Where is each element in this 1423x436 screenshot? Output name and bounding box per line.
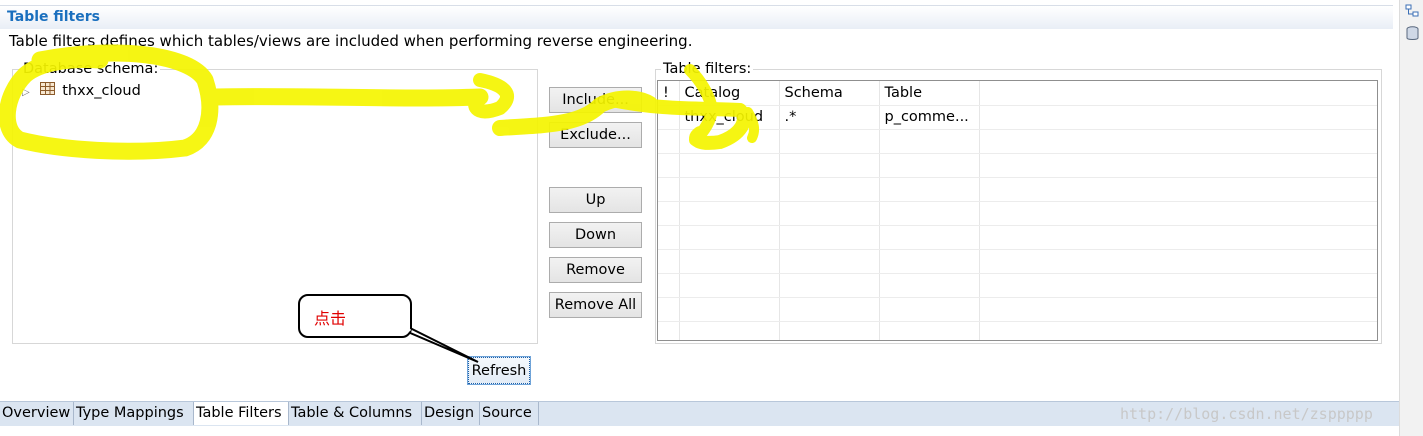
database-icon[interactable] (1406, 26, 1419, 46)
column-header-schema[interactable]: Schema (779, 81, 880, 106)
empty-row (658, 225, 1377, 250)
database-schema-panel (12, 69, 538, 344)
cell-catalog[interactable]: thxx_cloud (679, 105, 780, 130)
column-header-flag[interactable]: ! (658, 81, 680, 106)
include-button[interactable]: Include... (549, 87, 642, 113)
tab-table-columns[interactable]: Table & Columns (289, 402, 422, 425)
empty-row (658, 177, 1377, 202)
exclude-button[interactable]: Exclude... (549, 122, 642, 148)
empty-row (658, 129, 1377, 154)
tab-table-filters[interactable]: Table Filters (194, 402, 289, 425)
outline-icon[interactable] (1405, 4, 1419, 22)
column-header-catalog[interactable]: Catalog (679, 81, 780, 106)
watermark: http://blog.csdn.net/zsppppp (1120, 405, 1373, 423)
empty-row (658, 201, 1377, 226)
cell-table[interactable]: p_comme... (879, 105, 980, 130)
tab-type-mappings[interactable]: Type Mappings (74, 402, 194, 425)
empty-row (658, 321, 1377, 340)
table-filters-grid[interactable]: ! Catalog Schema Table thxx_cloud .* p_c… (657, 80, 1378, 341)
down-button[interactable]: Down (549, 222, 642, 248)
tab-source[interactable]: Source (480, 402, 539, 425)
expand-arrow-icon[interactable]: ▷ (22, 87, 32, 98)
empty-row (658, 153, 1377, 178)
cell-flag[interactable] (658, 105, 680, 130)
section-title: Table filters (7, 9, 100, 25)
schema-tree-item[interactable]: ▷ thxx_cloud (22, 82, 141, 102)
empty-row (658, 297, 1377, 322)
section-header-bar (0, 5, 1393, 29)
side-toolbar (1399, 0, 1423, 436)
section-description: Table filters defines which tables/views… (9, 32, 693, 50)
tab-overview[interactable]: Overview (0, 402, 74, 425)
database-schema-label: Database schema: (21, 61, 161, 77)
empty-row (658, 273, 1377, 298)
column-header-filler (979, 81, 1377, 106)
empty-row (658, 249, 1377, 274)
schema-tree-item-label: thxx_cloud (62, 82, 141, 99)
database-table-icon (39, 82, 55, 99)
remove-all-button[interactable]: Remove All (549, 292, 642, 318)
remove-button[interactable]: Remove (549, 257, 642, 283)
table-filters-label: Table filters: (661, 61, 754, 77)
tab-design[interactable]: Design (422, 402, 480, 425)
callout-text: 点击 (314, 309, 347, 328)
refresh-button[interactable]: Refresh (467, 356, 531, 385)
grid-header-row: ! Catalog Schema Table (658, 81, 1377, 106)
column-header-table[interactable]: Table (879, 81, 980, 106)
up-button[interactable]: Up (549, 187, 642, 213)
table-row[interactable]: thxx_cloud .* p_comme... (658, 105, 1377, 130)
cell-schema[interactable]: .* (779, 105, 880, 130)
